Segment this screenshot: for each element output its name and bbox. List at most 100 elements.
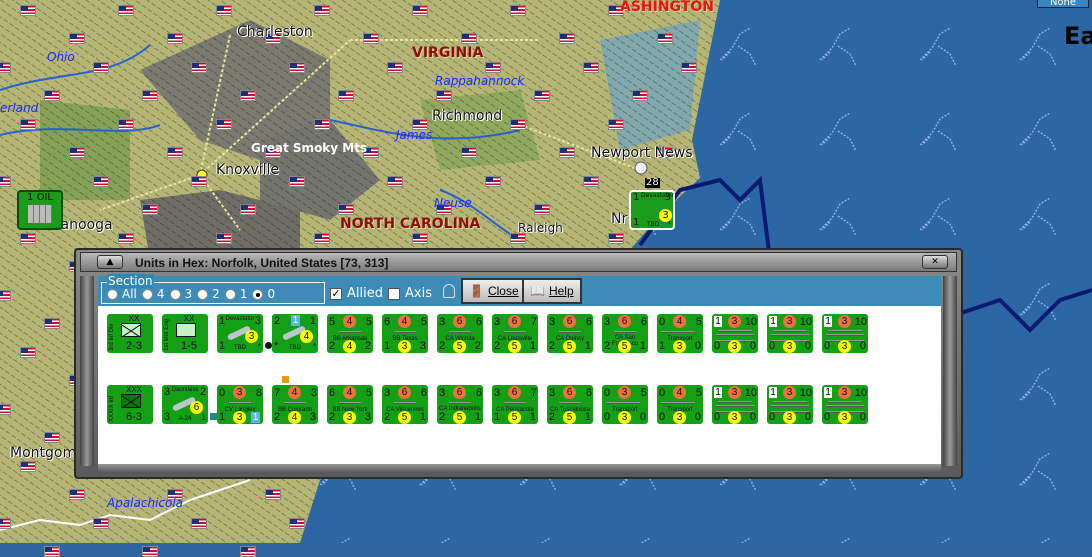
section-radio-3[interactable]: 3 [169,287,192,301]
unit-counter-ship[interactable]: 0 3 8 CV Langley 1 3 1 [217,385,263,424]
unit-counter-ship[interactable]: 3 6 6 CA Tuscaloosa 2 5 1 [547,385,593,424]
unit-counter-land[interactable]: 3rd Inf Div XX 2-3 [107,314,153,353]
unit-counter-air[interactable]: 1 Devastator 3 3 1 TBD * [217,314,263,353]
unit-counter-convoy[interactable]: 1 3 10 0 3 0 [767,314,813,353]
eng-symbol-icon [176,323,196,337]
unit-marker-icon [210,413,217,420]
unit-stat: 3 [549,316,556,328]
bottom-scrollbar[interactable] [98,464,941,473]
us-flag-icon [436,90,452,101]
city-montgomery[interactable]: Montgom [10,446,76,460]
river-james: James [396,128,433,142]
ship-icon [504,331,526,333]
unit-stat: 2 [439,411,446,423]
unit-counter-transport[interactable]: 0 4 5 Transport 1 3 0 [657,314,703,353]
lock-icon[interactable] [443,284,455,298]
unit-name: TBD [289,345,301,351]
unit-counter-air[interactable]: 3 Dauntless 2 6 3 A-24 1 [162,385,208,424]
corps-symbol-icon [121,394,141,409]
section-radio-4[interactable]: 4 [141,287,165,301]
unit-counter-transport[interactable]: 0 3 5 Transport 0 3 0 [602,385,648,424]
unit-stat: 0 [659,387,666,399]
us-flag-icon [93,176,109,187]
none-button[interactable]: None [1037,0,1089,8]
unit-stat: 3 [309,411,316,423]
city-chattanooga[interactable]: tanooga [55,218,113,232]
unit-counter-convoy[interactable]: 1 3 10 0 3 0 [767,385,813,424]
allied-checkbox[interactable]: ✓ Allied [330,286,383,301]
radio-label: 4 [156,287,165,301]
city-norfolk[interactable]: Nr [611,212,627,226]
unit-counter-convoy[interactable]: 1 3 10 0 3 0 [712,314,758,353]
unit-counter-ship[interactable]: 366CA San Francisco251 [602,314,648,353]
city-richmond[interactable]: Richmond [432,109,502,123]
unit-stat: 3 [494,316,501,328]
unit-counter-ship[interactable]: 5 4 5 BB Arkansas 2 4 2 [327,314,373,353]
ship-icon [606,402,640,404]
unit-stat: 6 [585,387,592,399]
unit-counter-convoy[interactable]: 1 3 10 0 3 0 [822,314,868,353]
us-flag-icon [363,33,379,44]
section-radio-1[interactable]: 1 [224,287,247,301]
close-window-button[interactable]: ✕ [922,255,948,269]
city-newport-news[interactable]: Newport News [591,146,693,160]
ship-icon [229,402,251,404]
city-washington[interactable]: ASHINGTON [620,0,714,14]
unit-counter-land[interactable]: XXXIX Inf XXX 6-3 [107,385,153,424]
city-charleston[interactable]: Charleston [237,25,313,39]
ship-icon [716,405,754,407]
city-raleigh[interactable]: Raleigh [518,222,563,234]
axis-checkbox[interactable]: Axis [388,286,432,301]
help-label: Help [548,284,574,298]
unit-counter-air[interactable]: 2 1 1 4 * TBD * [272,314,318,353]
section-radio-all[interactable]: All [107,287,137,301]
close-button[interactable]: 🚪 Close [461,278,527,304]
unit-stat-circle: 3 [783,340,796,353]
unit-stat-circle: 3 [728,386,741,399]
us-flag-icon [142,546,158,557]
unit-counter-ship[interactable]: 3 6 7 CA Pensacola 1 5 1 [492,385,538,424]
unit-counter-ship[interactable]: 3 6 6 CA Vincennes 2 5 1 [382,385,428,424]
ship-icon [339,402,361,404]
unit-counter-land[interactable]: 1st Mot Eng XX 1-5 [162,314,208,353]
help-button[interactable]: 📖 Help [522,278,582,304]
unit-counter-ship[interactable]: 3 6 7 CA Louisville 2 5 1 [492,314,538,353]
unit-counter-ship[interactable]: 7 4 3 BB Colorado 2 4 3 [272,385,318,424]
unit-counter-convoy[interactable]: 1 3 10 0 3 0 [822,385,868,424]
section-radio-2[interactable]: 2 [197,287,220,301]
unit-counter-ship[interactable]: 3 6 6 CA Quincy 2 5 1 [547,314,593,353]
unit-counter-ship[interactable]: 3 6 6 CA Wichita 2 5 2 [437,314,483,353]
unit-counter-transport[interactable]: 0 4 5 Transport 0 3 0 [657,385,703,424]
unit-counter-ship[interactable]: 6 4 5 BB Texas 1 3 3 [382,314,428,353]
checkbox-box [388,287,400,300]
us-flag-icon [314,233,330,244]
unit-name: TBD [234,345,246,351]
us-flag-icon [20,233,36,244]
us-flag-icon [118,5,134,16]
us-flag-icon [20,461,36,472]
city-knoxville[interactable]: Knoxville [216,163,279,177]
us-flag-icon [44,90,60,101]
section-radio-0[interactable]: 0 [252,287,275,301]
us-flag-icon [93,62,109,73]
collapse-button[interactable]: ▲ [97,255,123,269]
unit-stat: 1 [769,316,777,327]
us-flag-icon [510,5,526,16]
unit-stat: 1 [639,340,646,352]
unit-stat-circle: 4 [673,386,686,399]
map-unit-devastator[interactable]: 1 Devastator 3 3 1 TBD * [629,190,675,230]
unit-stat: 0 [694,411,701,423]
unit-stat: 6 [640,316,647,328]
us-flag-icon [44,546,60,557]
unit-stat-circle: 3 [398,340,411,353]
us-flag-icon [191,176,207,187]
dialog-title-bar[interactable]: ▲ Units in Hex: Norfolk, United States [… [80,252,957,272]
ship-icon [716,334,754,336]
unit-counter-ship[interactable]: 3 6 6 CA Indianapolis 2 5 1 [437,385,483,424]
us-flag-icon [657,33,673,44]
unit-counter-convoy[interactable]: 1 3 10 0 3 0 [712,385,758,424]
unit-counter-ship[interactable]: 6 4 5 BB New York 2 3 3 [327,385,373,424]
oil-resource-counter[interactable]: 1 OIL [17,190,63,230]
unit-stat: 2 [274,411,281,423]
us-flag-icon [216,119,232,130]
